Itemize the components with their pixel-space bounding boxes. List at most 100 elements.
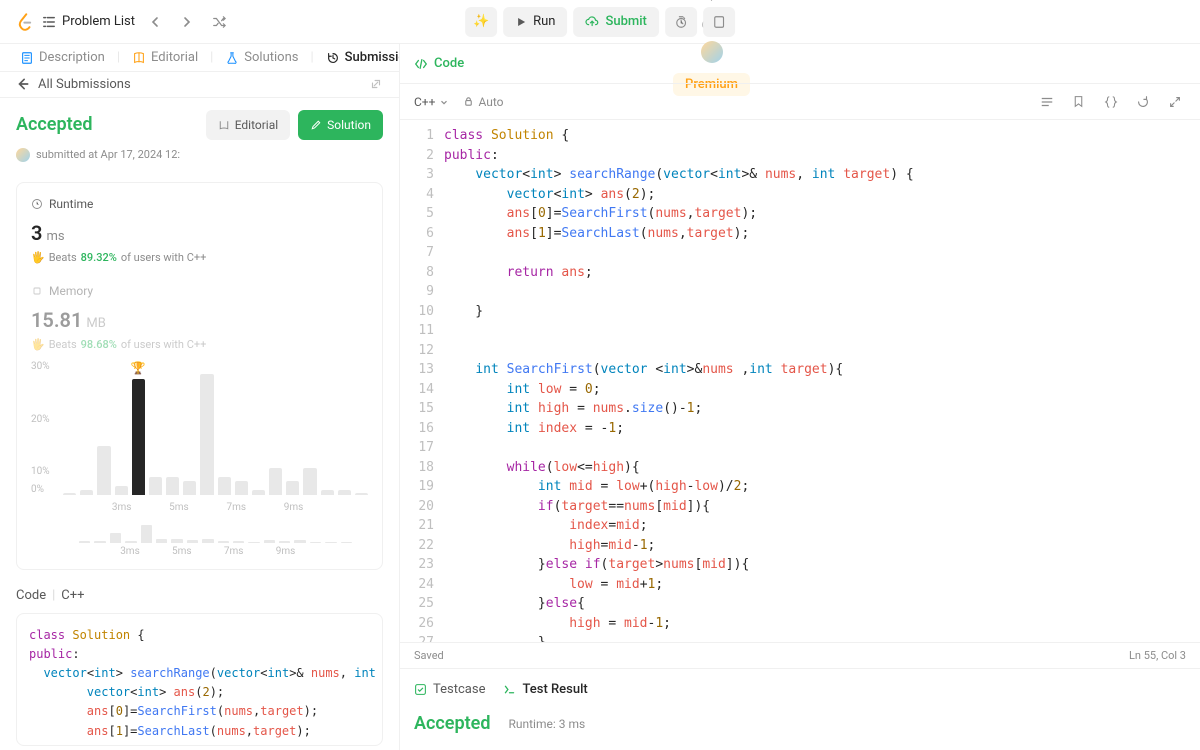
cursor-position: Ln 55, Col 3 xyxy=(1129,649,1186,662)
mini-bar xyxy=(110,533,121,543)
chart-bar[interactable] xyxy=(235,481,248,494)
prev-button[interactable] xyxy=(143,10,167,34)
mini-bar xyxy=(202,539,213,543)
mini-bar xyxy=(141,525,152,543)
topbar: Problem List ✨ Run Submit 0 Premium xyxy=(0,0,1200,44)
editor-statusbar: Saved Ln 55, Col 3 xyxy=(400,642,1200,668)
tab-testresult[interactable]: Test Result xyxy=(503,682,587,697)
timer-button[interactable] xyxy=(665,7,697,37)
all-submissions-row[interactable]: All Submissions xyxy=(0,72,399,97)
chart-bar[interactable] xyxy=(269,468,282,495)
terminal-icon xyxy=(503,683,516,696)
language-selector[interactable]: C++ xyxy=(414,95,449,109)
lock-icon xyxy=(463,96,474,107)
code-editor[interactable]: 1234567891011121314151617181920212223242… xyxy=(400,120,1200,642)
tab-submissions[interactable]: Submissions xyxy=(318,46,400,69)
chart-bar[interactable] xyxy=(63,493,76,495)
chart-bar[interactable] xyxy=(355,493,368,495)
submission-info: submitted at Apr 17, 2024 12: xyxy=(0,148,399,174)
tab-testcase[interactable]: Testcase xyxy=(414,682,485,697)
problem-list-label: Problem List xyxy=(62,14,135,29)
settings-button[interactable] xyxy=(700,0,724,6)
solution-button[interactable]: Solution xyxy=(298,110,383,140)
bookmark-button[interactable] xyxy=(1072,95,1090,108)
submit-button[interactable]: Submit xyxy=(573,7,658,37)
chart-bar[interactable] xyxy=(183,481,196,494)
runtime-card: Runtime 3ms 🖐️Beats 89.32% of users with… xyxy=(16,182,383,570)
editorial-button[interactable]: Editorial xyxy=(206,110,290,140)
note-icon xyxy=(712,15,726,29)
check-square-icon xyxy=(414,683,427,696)
chart-bar[interactable] xyxy=(321,490,334,494)
language-bar: C++ Auto xyxy=(400,84,1200,120)
memory-unit: MB xyxy=(86,316,105,331)
run-submit-group: ✨ Run Submit xyxy=(465,7,735,37)
auto-toggle[interactable]: Auto xyxy=(463,95,503,109)
clock-icon xyxy=(674,15,688,29)
chart-bar[interactable] xyxy=(303,468,316,495)
tab-description[interactable]: Description xyxy=(12,46,113,69)
right-panel: Code C++ Auto 12345678910111213141516171… xyxy=(400,44,1200,750)
reset-button[interactable] xyxy=(1136,95,1154,109)
memory-mini-chart: 3ms 5ms 7ms 9ms xyxy=(47,525,352,555)
tab-solutions-label: Solutions xyxy=(244,50,298,65)
debug-button[interactable]: ✨ xyxy=(465,7,497,37)
code-section-lang: C++ xyxy=(61,588,84,603)
run-button[interactable]: Run xyxy=(503,7,567,37)
tab-submissions-label: Submissions xyxy=(345,50,400,65)
chart-bar[interactable] xyxy=(132,379,145,495)
left-panel: Description | Editorial | Solutions | Su… xyxy=(0,44,400,750)
memory-value: 15.81 xyxy=(31,308,82,332)
run-label: Run xyxy=(533,14,555,29)
code-icon xyxy=(414,57,428,71)
runtime-chart: 30% 20% 10% 0% 3ms 5ms 7ms 9ms xyxy=(31,361,368,521)
status-row: Accepted Editorial Solution xyxy=(0,98,399,148)
result-runtime: Runtime: 3 ms xyxy=(508,717,585,731)
verdict-label: Accepted xyxy=(16,114,92,135)
chart-bar[interactable] xyxy=(80,490,93,494)
mini-bar xyxy=(279,541,290,543)
mini-bar xyxy=(264,540,275,543)
link-icon[interactable] xyxy=(369,77,383,91)
logo-icon[interactable] xyxy=(16,13,34,31)
braces-button[interactable] xyxy=(1104,95,1122,109)
edit-icon xyxy=(310,119,322,131)
shuffle-button[interactable] xyxy=(207,10,231,34)
chart-bar[interactable] xyxy=(338,490,351,494)
left-tabs: Description | Editorial | Solutions | Su… xyxy=(0,44,399,72)
format-button[interactable] xyxy=(1040,95,1058,109)
tab-editorial[interactable]: Editorial xyxy=(124,46,206,69)
submit-label: Submit xyxy=(605,14,646,29)
hand-icon: 🖐️ xyxy=(31,251,45,264)
next-button[interactable] xyxy=(175,10,199,34)
chip-icon xyxy=(31,285,43,297)
result-verdict: Accepted xyxy=(414,713,490,734)
chart-bar[interactable] xyxy=(200,374,213,495)
mini-bar xyxy=(248,542,259,543)
tab-solutions[interactable]: Solutions xyxy=(217,46,306,69)
chevron-down-icon xyxy=(439,97,449,107)
code-header: Code xyxy=(400,44,1200,84)
chart-bar[interactable] xyxy=(115,486,128,495)
chart-bar[interactable] xyxy=(149,477,162,495)
memory-label: Memory xyxy=(49,284,93,298)
tab-editorial-label: Editorial xyxy=(151,50,198,65)
memory-beats-pct: 98.68% xyxy=(81,338,117,351)
list-icon xyxy=(42,15,56,29)
fullscreen-button[interactable] xyxy=(1168,95,1186,109)
chart-bar[interactable] xyxy=(286,481,299,494)
code-section-label: Code xyxy=(16,588,46,603)
chart-bar[interactable] xyxy=(166,477,179,495)
mini-bar xyxy=(294,540,305,543)
clock-small-icon xyxy=(31,198,43,210)
chart-bar[interactable] xyxy=(218,477,231,495)
chart-bar[interactable] xyxy=(97,446,110,495)
mini-bar xyxy=(310,542,321,543)
runtime-label: Runtime xyxy=(49,197,93,211)
notes-button[interactable] xyxy=(703,7,735,37)
chart-bar[interactable] xyxy=(252,490,265,494)
runtime-value: 3 xyxy=(31,221,42,245)
problem-list-button[interactable]: Problem List xyxy=(42,14,135,29)
avatar-small xyxy=(16,148,30,162)
flask-icon xyxy=(225,51,239,65)
